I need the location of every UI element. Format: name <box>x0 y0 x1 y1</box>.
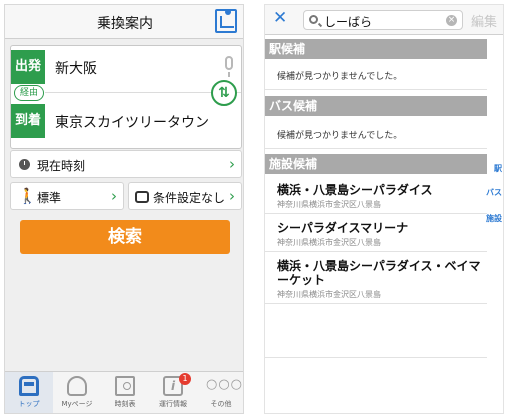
divider <box>265 148 487 149</box>
via-button[interactable]: 経由 <box>14 85 44 101</box>
route-input-box: 出発 新大阪 経由 ⇅ 到着 東京スカイツリータウン <box>10 45 242 149</box>
facility-item-name[interactable]: 横浜・八景島シーパラダイス・ベイマーケット <box>277 259 487 287</box>
station-section-header: 駅候補 <box>265 39 487 59</box>
index-facility[interactable]: 施設 <box>486 213 502 224</box>
arrival-tag: 到着 <box>11 104 45 138</box>
index-station[interactable]: 駅 <box>494 163 502 174</box>
time-label: 現在時刻 <box>37 159 86 173</box>
close-icon[interactable]: ✕ <box>273 8 287 28</box>
divider <box>265 303 487 304</box>
tab-mypage[interactable]: Myページ <box>53 372 101 413</box>
person-icon <box>67 376 87 396</box>
station-empty-message: 候補が見つかりませんでした。 <box>277 72 403 82</box>
search-query[interactable]: しーばら <box>324 13 372 30</box>
facility-item-name[interactable]: 横浜・八景島シーパラダイス <box>277 183 487 197</box>
departure-tag: 出発 <box>11 50 45 84</box>
divider <box>265 357 487 358</box>
walking-speed-row[interactable]: 🚶 標準 › <box>10 182 124 210</box>
notification-badge: 1 <box>179 373 191 385</box>
search-header: ✕ しーばら × 編集 <box>265 5 503 35</box>
clock-icon <box>19 159 30 170</box>
facility-item-name[interactable]: シーパラダイスマリーナ <box>277 221 487 235</box>
departure-station-field[interactable]: 新大阪 <box>55 58 97 78</box>
search-icon <box>309 15 318 24</box>
route-map-icon[interactable] <box>215 9 237 33</box>
condition-label: 条件設定なし <box>153 191 226 205</box>
route-search-screen: 乗換案内 出発 新大阪 経由 ⇅ 到着 東京スカイツリータウン 現在時刻 › 🚶… <box>4 4 244 414</box>
swap-stations-icon[interactable]: ⇅ <box>211 80 237 106</box>
tab-more[interactable]: ○○○ その他 <box>197 372 244 413</box>
edit-button[interactable]: 編集 <box>471 11 497 30</box>
bus-section-header: バス候補 <box>265 96 487 116</box>
tab-label: トップ <box>18 400 40 408</box>
chevron-right-icon: › <box>111 187 117 205</box>
tab-label: Myページ <box>61 400 93 408</box>
more-icon: ○○○ <box>206 377 244 392</box>
index-bus[interactable]: バス <box>486 187 502 198</box>
tab-label: 運行情報 <box>159 400 187 408</box>
divider <box>265 251 487 252</box>
tab-label: 時刻表 <box>114 400 136 408</box>
tab-label: その他 <box>210 400 232 408</box>
search-button[interactable]: 検索 <box>20 220 230 254</box>
walking-person-icon: 🚶 <box>18 187 37 205</box>
facility-item-address: 神奈川県横浜市金沢区八景島 <box>277 238 381 247</box>
divider <box>265 213 487 214</box>
header-bar: 乗換案内 <box>5 5 243 39</box>
chevron-right-icon: › <box>229 187 235 205</box>
search-input[interactable]: しーばら × <box>303 10 463 30</box>
tab-bar: トップ Myページ 時刻表 i 1 運行情報 ○○○ その他 <box>5 371 244 413</box>
station-search-screen: ✕ しーばら × 編集 駅候補 候補が見つかりませんでした。 バス候補 候補が見… <box>264 4 504 414</box>
facility-item-address: 神奈川県横浜市金沢区八景島 <box>277 290 381 299</box>
time-setting-row[interactable]: 現在時刻 › <box>10 150 242 178</box>
facility-item-address: 神奈川県横浜市金沢区八景島 <box>277 200 381 209</box>
timetable-icon <box>115 376 135 396</box>
bus-icon <box>135 191 149 203</box>
microphone-icon[interactable] <box>225 56 233 77</box>
arrival-station-field[interactable]: 東京スカイツリータウン <box>55 112 209 132</box>
facility-section-header: 施設候補 <box>265 154 487 174</box>
tab-top[interactable]: トップ <box>5 372 53 413</box>
tab-timetable[interactable]: 時刻表 <box>101 372 149 413</box>
clear-icon[interactable]: × <box>446 15 457 26</box>
tab-service-info[interactable]: i 1 運行情報 <box>149 372 197 413</box>
mode-label: 標準 <box>37 191 62 205</box>
condition-setting-row[interactable]: 条件設定なし › <box>128 182 242 210</box>
divider <box>265 89 487 90</box>
chevron-right-icon: › <box>229 155 235 173</box>
page-title: 乗換案内 <box>97 16 153 32</box>
bus-empty-message: 候補が見つかりませんでした。 <box>277 131 403 141</box>
train-icon <box>19 376 39 396</box>
